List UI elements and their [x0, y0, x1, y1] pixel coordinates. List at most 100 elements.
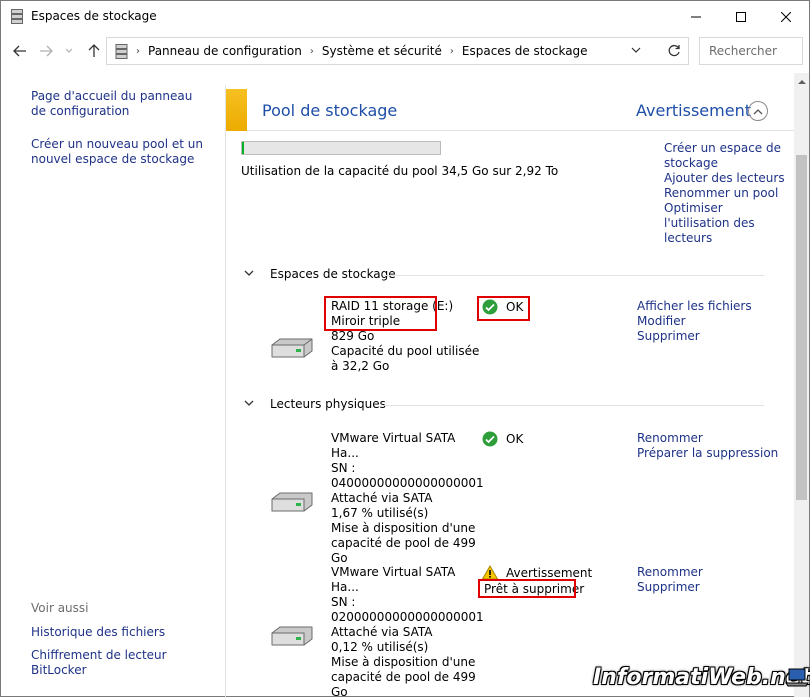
drive-icon [271, 338, 313, 358]
drive-status-text: Avertissement [506, 565, 593, 580]
maximize-button[interactable] [718, 1, 763, 32]
physical-drives-section-header[interactable]: Lecteurs physiques [244, 397, 764, 413]
drive-capacity: Mise à disposition d'une capacité de poo… [331, 521, 476, 565]
section-divider [384, 275, 764, 276]
pool-actions: Créer un espace de stockage Ajouter des … [664, 141, 789, 246]
drive-attach: Attaché via SATA [331, 625, 433, 639]
drive-serial: 02000000000000000001 [331, 610, 484, 624]
pool-usage-bar [241, 141, 441, 155]
pool-usage-fill [242, 142, 244, 154]
close-button[interactable] [763, 1, 808, 32]
see-also-heading: Voir aussi [31, 601, 89, 615]
storage-space-actions: Afficher les fichiers Modifier Supprimer [637, 299, 752, 344]
drive-status: OK [482, 431, 523, 447]
pool-header[interactable]: Pool de stockage Avertissement [226, 89, 796, 131]
forward-button[interactable] [37, 42, 55, 60]
drive-icon [271, 626, 313, 646]
drive-name: VMware Virtual SATA Ha... [331, 565, 456, 594]
chevron-right-icon[interactable]: › [136, 46, 140, 57]
title-bar: Espaces de stockage [1, 1, 809, 32]
chevron-right-icon[interactable]: › [310, 46, 314, 57]
optimize-drive-usage-link[interactable]: Optimiser l'utilisation des lecteurs [664, 201, 789, 246]
rename-pool-link[interactable]: Renommer un pool [664, 186, 789, 201]
drive-used: 1,67 % utilisé(s) [331, 506, 429, 520]
storage-spaces-window: Espaces de stockage › Panneau de configu… [0, 0, 810, 697]
recent-locations-button[interactable] [63, 42, 75, 60]
warning-stripe [226, 89, 247, 131]
drive-sn-label: SN : [331, 595, 356, 609]
control-panel-home-link[interactable]: Page d'accueil du panneau de configurati… [31, 89, 211, 119]
storage-spaces-app-icon [11, 9, 23, 24]
drive-actions: Renommer Supprimer [637, 565, 703, 595]
scroll-up-button[interactable] [794, 73, 809, 90]
crumb-storage-spaces[interactable]: Espaces de stockage [462, 44, 588, 58]
drive-serial: 04000000000000000001 [331, 476, 484, 490]
back-button[interactable] [11, 42, 29, 60]
breadcrumb: › Panneau de configuration › Système et … [107, 38, 588, 64]
address-dropdown-button[interactable] [631, 43, 641, 57]
delete-drive-link[interactable]: Supprimer [637, 580, 703, 595]
drive-name: VMware Virtual SATA Ha... [331, 431, 456, 460]
highlight-box [478, 579, 576, 598]
search-box[interactable]: Rechercher [699, 37, 803, 65]
ok-check-icon [482, 431, 498, 447]
bitlocker-link[interactable]: Chiffrement de lecteur BitLocker [31, 648, 211, 678]
file-history-link[interactable]: Historique des fichiers [31, 625, 211, 640]
drive-status-text: OK [506, 432, 524, 446]
rename-drive-link[interactable]: Renommer [637, 565, 703, 580]
modify-link[interactable]: Modifier [637, 314, 752, 329]
up-button[interactable] [85, 42, 103, 60]
highlight-box [324, 296, 437, 331]
storage-spaces-section-header[interactable]: Espaces de stockage [244, 267, 764, 283]
physical-drive-info: VMware Virtual SATA Ha... SN : 020000000… [331, 565, 484, 697]
storage-icon [115, 43, 128, 59]
maximize-icon [735, 11, 746, 22]
physical-drives-section-title: Lecteurs physiques [270, 397, 386, 411]
drive-capacity: Mise à disposition d'une capacité de poo… [331, 655, 476, 697]
arrow-right-icon [40, 45, 53, 57]
chevron-down-icon[interactable] [244, 269, 254, 277]
arrow-up-icon [88, 44, 100, 57]
create-pool-link[interactable]: Créer un nouveau pool et un nouvel espac… [31, 137, 211, 167]
vertical-scrollbar[interactable] [794, 73, 809, 697]
window-title: Espaces de stockage [31, 9, 157, 23]
main-content: Pool de stockage Avertissement Utilisati… [225, 85, 796, 697]
chevron-up-icon [753, 108, 763, 114]
search-input[interactable]: Rechercher [709, 44, 777, 58]
drive-status: Avertissement [482, 565, 592, 580]
drive-actions: Renommer Préparer la suppression [637, 431, 778, 461]
chevron-right-icon[interactable]: › [450, 46, 454, 57]
drive-icon [271, 492, 313, 512]
drive-sn-label: SN : [331, 461, 356, 475]
arrow-left-icon [13, 45, 26, 57]
storage-space-size: 829 Go [331, 329, 375, 343]
chevron-down-icon [631, 47, 641, 53]
crumb-system-security[interactable]: Système et sécurité [322, 44, 442, 58]
drive-attach: Attaché via SATA [331, 491, 433, 505]
pool-usage-text: Utilisation de la capacité du pool 34,5 … [241, 164, 559, 178]
delete-link[interactable]: Supprimer [637, 329, 752, 344]
highlight-box [477, 296, 530, 321]
storage-space-pool-usage: Capacité du pool utilisée à 32,2 Go [331, 344, 480, 373]
minimize-icon [690, 16, 701, 17]
collapse-button[interactable] [748, 101, 768, 121]
storage-spaces-section-title: Espaces de stockage [270, 267, 396, 281]
section-divider [384, 405, 764, 406]
refresh-icon [668, 44, 680, 57]
prepare-removal-link[interactable]: Préparer la suppression [637, 446, 778, 461]
refresh-button[interactable] [659, 37, 689, 65]
add-drives-link[interactable]: Ajouter des lecteurs [664, 171, 789, 186]
address-bar[interactable]: › Panneau de configuration › Système et … [106, 37, 689, 65]
pool-title: Pool de stockage [262, 101, 398, 120]
scrollbar-thumb[interactable] [796, 155, 807, 500]
close-icon [780, 11, 791, 22]
pool-status: Avertissement [636, 101, 751, 120]
view-files-link[interactable]: Afficher les fichiers [637, 299, 752, 314]
drive-used: 0,12 % utilisé(s) [331, 640, 429, 654]
chevron-down-icon[interactable] [244, 399, 254, 407]
create-storage-space-link[interactable]: Créer un espace de stockage [664, 141, 789, 171]
rename-drive-link[interactable]: Renommer [637, 431, 778, 446]
minimize-button[interactable] [673, 1, 718, 32]
chevron-up-icon [797, 80, 806, 84]
crumb-control-panel[interactable]: Panneau de configuration [148, 44, 302, 58]
